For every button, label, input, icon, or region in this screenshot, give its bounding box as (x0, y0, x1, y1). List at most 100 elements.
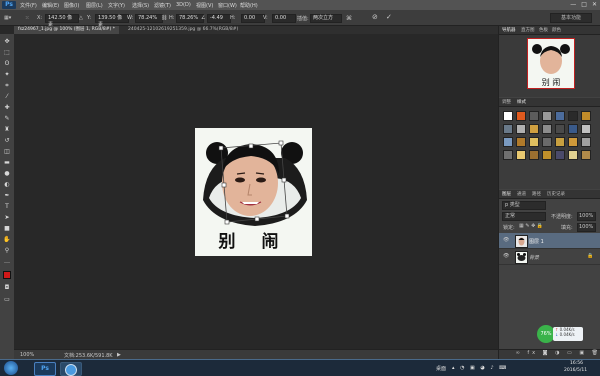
menu-item[interactable]: 图像(I) (64, 2, 79, 9)
tab-document-1[interactable]: fsz24967_1.jpg @ 100% (图层 1, RGB/8#) * (14, 26, 119, 34)
pen-tool-icon[interactable]: ✒ (3, 192, 11, 200)
menu-item[interactable]: 编辑(E) (42, 2, 59, 9)
style-swatch[interactable] (542, 150, 552, 160)
menu-item[interactable]: 文件(F) (20, 2, 37, 9)
eraser-tool-icon[interactable]: ◫ (3, 148, 11, 156)
style-swatch[interactable] (555, 124, 565, 134)
tab-paths[interactable]: 路径 (532, 191, 541, 197)
menu-item[interactable]: 图层(L) (86, 2, 103, 9)
healing-tool-icon[interactable]: ✚ (3, 104, 11, 112)
history-brush-tool-icon[interactable]: ↺ (3, 137, 11, 145)
zoom-level[interactable]: 100% (20, 352, 34, 358)
style-swatch[interactable] (503, 150, 513, 160)
tab-channels[interactable]: 通道 (517, 191, 526, 197)
style-swatch[interactable] (581, 150, 591, 160)
tab-color[interactable]: 颜色 (552, 27, 561, 33)
maximize-icon[interactable]: □ (581, 1, 587, 8)
lock-options-icon[interactable]: ▦ ✎ ✥ 🔒 (519, 223, 543, 229)
h-field[interactable]: 78.26% (176, 14, 204, 23)
style-swatch[interactable] (529, 150, 539, 160)
style-swatch[interactable] (529, 111, 539, 121)
quick-mask-icon[interactable]: ◘ (3, 284, 11, 292)
commit-transform-icon[interactable]: ✓ (386, 13, 392, 21)
zoom-tool-icon[interactable]: ⚲ (3, 247, 11, 255)
style-swatch[interactable] (516, 124, 526, 134)
crop-tool-icon[interactable]: ⌗ (3, 82, 11, 90)
w-field[interactable]: 78.24% (135, 14, 163, 23)
tab-swatches[interactable]: 色板 (539, 27, 548, 33)
menu-item[interactable]: 选择(S) (132, 2, 149, 9)
menu-item[interactable]: 帮助(H) (240, 2, 258, 9)
layer-name[interactable]: 图层 1 (529, 238, 544, 245)
brush-tool-icon[interactable]: ✎ (3, 115, 11, 123)
blend-mode-select[interactable]: 正常 (502, 212, 546, 221)
style-swatch[interactable] (542, 111, 552, 121)
gradient-tool-icon[interactable]: ▬ (3, 159, 11, 167)
x-field[interactable]: 142.50 像素 (45, 14, 79, 28)
screen-mode-icon[interactable]: ▭ (3, 296, 11, 304)
style-swatch[interactable] (516, 150, 526, 160)
hskew-field[interactable]: 0.00 (241, 14, 265, 23)
tray-icons[interactable]: ▴ ◔ ▣ ◕ ♪ ⌨ (452, 365, 508, 371)
style-swatch[interactable] (581, 137, 591, 147)
minimize-icon[interactable]: — (570, 1, 576, 8)
style-swatch[interactable] (581, 124, 591, 134)
style-swatch[interactable] (529, 124, 539, 134)
style-swatch[interactable] (555, 137, 565, 147)
style-swatch[interactable] (503, 111, 513, 121)
layer-row-background[interactable]: 👁 背景 🔒 (499, 249, 600, 265)
angle-field[interactable]: -4.49 (207, 14, 231, 23)
style-swatch[interactable] (542, 124, 552, 134)
document-canvas[interactable]: 别 闹 (195, 128, 312, 256)
layer-kind-filter[interactable]: p 类型 (502, 201, 546, 210)
tab-layers[interactable]: 图层 (502, 191, 511, 197)
clock-date[interactable]: 2016/5/11 (564, 368, 587, 373)
blur-tool-icon[interactable]: ● (3, 170, 11, 178)
foreground-color-swatch[interactable] (3, 271, 11, 279)
cancel-transform-icon[interactable]: ⊘ (372, 13, 378, 21)
style-swatch[interactable] (542, 137, 552, 147)
menu-item[interactable]: 3D(D) (176, 2, 191, 8)
taskbar-photoshop-icon[interactable]: Ps (34, 362, 56, 376)
start-button[interactable] (4, 361, 18, 375)
link-icon[interactable]: △ (79, 15, 83, 21)
style-swatch[interactable] (516, 111, 526, 121)
more-tools-icon[interactable]: … (3, 258, 11, 266)
style-swatch[interactable] (568, 111, 578, 121)
navigator-thumbnail[interactable]: 别 闹 (527, 38, 575, 89)
type-tool-icon[interactable]: T (3, 203, 11, 211)
tab-document-2[interactable]: 240425-12102619251359.jpg @ 66.7%(RGB/8#… (124, 26, 242, 34)
warp-icon[interactable]: ⌘ (346, 15, 352, 22)
y-field[interactable]: 139.50 像素 (95, 14, 129, 28)
menu-item[interactable]: 滤镜(T) (154, 2, 171, 9)
move-tool-icon[interactable]: ✥ (3, 38, 11, 46)
reference-point-icon[interactable]: ⁙ (25, 15, 29, 21)
style-swatch[interactable] (555, 111, 565, 121)
clock-time[interactable]: 16:56 (570, 361, 583, 366)
tab-history[interactable]: 历史记录 (547, 191, 565, 197)
transform-tool-icon[interactable]: ▦▾ (4, 15, 11, 21)
tab-adjustments[interactable]: 调整 (502, 99, 511, 105)
opacity-field[interactable]: 100% (577, 212, 596, 221)
shape-tool-icon[interactable]: ■ (3, 225, 11, 233)
layer-row-layer1[interactable]: 👁 图层 1 (499, 233, 600, 249)
magic-wand-tool-icon[interactable]: ✦ (3, 71, 11, 79)
style-swatch[interactable] (516, 137, 526, 147)
hand-tool-icon[interactable]: ✋ (3, 236, 11, 244)
status-arrow-icon[interactable]: ▶ (117, 352, 121, 358)
clone-stamp-tool-icon[interactable]: ♜ (3, 126, 11, 134)
tab-navigator[interactable]: 导航器 (502, 27, 516, 33)
dodge-tool-icon[interactable]: ◐ (3, 181, 11, 189)
menu-item[interactable]: 窗口(W) (218, 2, 237, 9)
taskbar-browser-icon[interactable] (60, 362, 82, 376)
visibility-eye-icon[interactable]: 👁 (503, 237, 509, 243)
eyedropper-tool-icon[interactable]: ⁄ (3, 93, 11, 101)
menu-item[interactable]: 文字(Y) (108, 2, 125, 9)
style-swatch[interactable] (503, 124, 513, 134)
visibility-eye-icon[interactable]: 👁 (503, 253, 509, 259)
marquee-tool-icon[interactable]: ⬚ (3, 49, 11, 57)
path-selection-tool-icon[interactable]: ➤ (3, 214, 11, 222)
chain-icon[interactable]: ⛓ (161, 15, 167, 21)
style-swatch[interactable] (568, 124, 578, 134)
style-swatch[interactable] (503, 137, 513, 147)
